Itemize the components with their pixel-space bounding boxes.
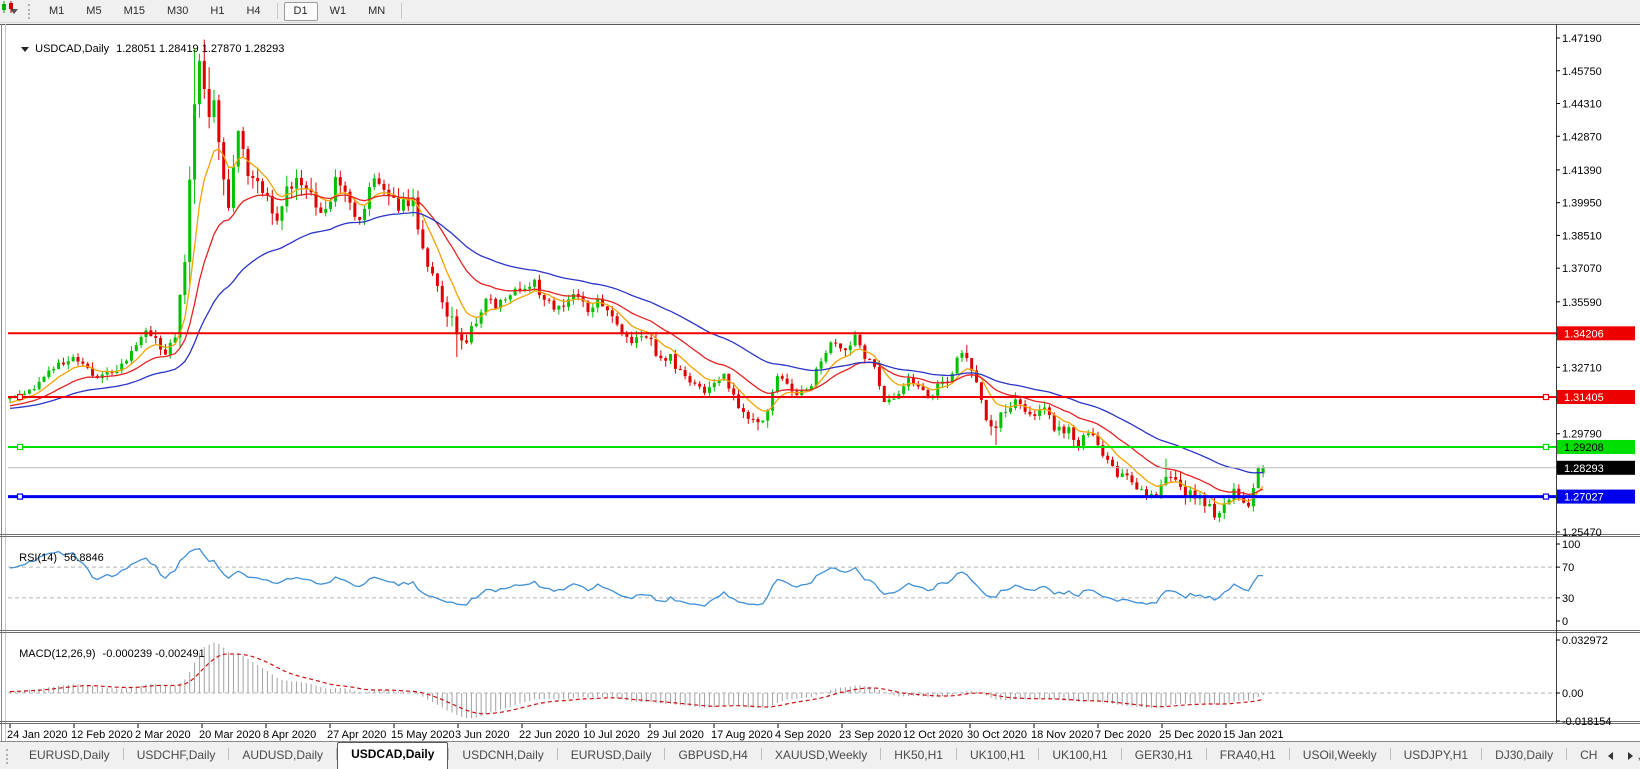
chart-tab-usdcad-daily[interactable]: USDCAD,Daily	[337, 742, 449, 769]
chart-tab-uk100-h1[interactable]: UK100,H1	[957, 744, 1038, 769]
svg-text:1.34206: 1.34206	[1564, 328, 1604, 340]
svg-text:3 Jun 2020: 3 Jun 2020	[455, 729, 509, 741]
tab-scroll-buttons	[1597, 748, 1637, 764]
svg-text:12 Oct 2020: 12 Oct 2020	[903, 729, 963, 741]
timeframe-button-mn[interactable]: MN	[358, 2, 395, 21]
svg-text:29 Jul 2020: 29 Jul 2020	[647, 729, 704, 741]
macd-name: MACD(12,26,9)	[19, 648, 96, 660]
svg-text:1.29208: 1.29208	[1564, 442, 1604, 454]
arrow-left-icon	[1607, 752, 1613, 760]
svg-text:7 Dec 2020: 7 Dec 2020	[1095, 729, 1151, 741]
chart-tab-eurusd-daily[interactable]: EURUSD,Daily	[558, 744, 665, 769]
chart-title: USDCAD,Daily 1.28051 1.28419 1.27870 1.28…	[15, 31, 284, 55]
svg-text:27 Apr 2020: 27 Apr 2020	[327, 729, 386, 741]
chart-tab-audusd-daily[interactable]: AUDUSD,Daily	[229, 744, 336, 769]
svg-text:30 Oct 2020: 30 Oct 2020	[967, 729, 1027, 741]
caret-down-icon	[21, 47, 30, 52]
svg-text:1.37070: 1.37070	[1562, 263, 1602, 275]
macd-indicator-label: MACD(12,26,9) -0.000239 -0.002491	[13, 636, 205, 660]
arrow-right-icon	[1627, 752, 1633, 760]
svg-text:22 Jun 2020: 22 Jun 2020	[519, 729, 580, 741]
rsi-name: RSI(14)	[19, 552, 58, 564]
timeframe-toolbar: M1 M5 M15 M30 H1 H4 D1 W1 MN	[0, 0, 1640, 23]
timeframe-button-h4[interactable]: H4	[236, 2, 270, 21]
svg-text:15 May 2020: 15 May 2020	[391, 729, 455, 741]
chart-tab-hk50-h1[interactable]: HK50,H1	[881, 744, 956, 769]
chart-canvas[interactable]: 1.47190 1.45750 1.44310 1.42870 1.41390 1.399…	[0, 0, 1640, 769]
svg-text:-0.018154: -0.018154	[1562, 716, 1612, 728]
svg-text:1.41390: 1.41390	[1562, 165, 1602, 177]
chart-tab-usdcnh-daily[interactable]: USDCNH,Daily	[449, 744, 556, 769]
chart-tab-usdchf-daily[interactable]: USDCHF,Daily	[124, 744, 229, 769]
svg-text:24 Jan 2020: 24 Jan 2020	[7, 729, 68, 741]
svg-text:18 Nov 2020: 18 Nov 2020	[1031, 729, 1093, 741]
svg-text:15 Jan 2021: 15 Jan 2021	[1223, 729, 1284, 741]
svg-text:1.44310: 1.44310	[1562, 99, 1602, 111]
svg-text:1.45750: 1.45750	[1562, 66, 1602, 78]
svg-text:20 Mar 2020: 20 Mar 2020	[199, 729, 261, 741]
svg-text:1.29790: 1.29790	[1562, 429, 1602, 441]
svg-text:1.39950: 1.39950	[1562, 198, 1602, 210]
line-handle[interactable]	[16, 393, 24, 401]
svg-text:1.25470: 1.25470	[1562, 527, 1602, 539]
toolbar-separator	[401, 3, 403, 19]
chart-tab-dj30-daily[interactable]: DJ30,Daily	[1482, 744, 1566, 769]
line-handle[interactable]	[1542, 393, 1550, 401]
chart-tab-xauusd-weekly[interactable]: XAUUSD,Weekly	[762, 744, 880, 769]
svg-text:0.032972: 0.032972	[1562, 635, 1608, 647]
svg-text:1.47190: 1.47190	[1562, 33, 1602, 45]
timeframe-button-w1[interactable]: W1	[320, 2, 357, 21]
svg-text:23 Sep 2020: 23 Sep 2020	[839, 729, 901, 741]
svg-text:0.00: 0.00	[1562, 688, 1583, 700]
chart-tab-bar: EURUSD,Daily USDCHF,Daily AUDUSD,Daily USDC…	[0, 741, 1640, 769]
svg-text:10 Jul 2020: 10 Jul 2020	[583, 729, 640, 741]
chart-tab-fra40-h1[interactable]: FRA40,H1	[1207, 744, 1289, 769]
chart-tab-uk100-h1[interactable]: UK100,H1	[1039, 744, 1120, 769]
svg-text:1.42870: 1.42870	[1562, 131, 1602, 143]
line-handle[interactable]	[1542, 443, 1550, 451]
svg-text:1.35590: 1.35590	[1562, 297, 1602, 309]
timeframe-button-m30[interactable]: M30	[157, 2, 198, 21]
timeframe-button-m5[interactable]: M5	[76, 2, 111, 21]
chart-tab-gbpusd-h4[interactable]: GBPUSD,H4	[665, 744, 760, 769]
chart-ohlc-values: 1.28051 1.28419 1.27870 1.28293	[116, 43, 285, 55]
tab-scroll-right-button[interactable]	[1623, 748, 1637, 764]
line-handle[interactable]	[16, 493, 24, 500]
chart-tab-usdjpy-h1[interactable]: USDJPY,H1	[1391, 744, 1481, 769]
tabbar-grip[interactable]	[6, 749, 8, 764]
timeframe-button-h1[interactable]: H1	[200, 2, 234, 21]
svg-text:4 Sep 2020: 4 Sep 2020	[775, 729, 831, 741]
macd-values: -0.000239 -0.002491	[102, 648, 205, 660]
timeframe-button-m15[interactable]: M15	[114, 2, 155, 21]
svg-text:100: 100	[1562, 539, 1580, 551]
toolbar-separator	[276, 3, 278, 19]
svg-text:1.28293: 1.28293	[1564, 463, 1604, 475]
candlestick-chart-icon	[2, 1, 13, 13]
svg-text:25 Dec 2020: 25 Dec 2020	[1159, 729, 1221, 741]
svg-text:2 Mar 2020: 2 Mar 2020	[135, 729, 191, 741]
rsi-value: 56.8846	[64, 552, 104, 564]
chart-tab-usoil-weekly[interactable]: USOil,Weekly	[1290, 744, 1390, 769]
tab-scroll-left-button[interactable]	[1603, 748, 1617, 764]
svg-text:0: 0	[1562, 616, 1568, 628]
svg-text:1.27027: 1.27027	[1564, 492, 1604, 504]
svg-text:1.32710: 1.32710	[1562, 362, 1602, 374]
timeframe-button-m1[interactable]: M1	[39, 2, 74, 21]
line-handle[interactable]	[16, 443, 24, 451]
svg-text:30: 30	[1562, 593, 1574, 605]
chart-tab-ger30-h1[interactable]: GER30,H1	[1122, 744, 1206, 769]
timeframe-button-d1[interactable]: D1	[283, 1, 318, 21]
svg-text:17 Aug 2020: 17 Aug 2020	[711, 729, 773, 741]
svg-text:12 Feb 2020: 12 Feb 2020	[71, 729, 133, 741]
chart-symbol-period: USDCAD,Daily	[35, 43, 110, 55]
svg-text:1.31405: 1.31405	[1564, 392, 1604, 404]
chart-tab-eurusd-daily[interactable]: EURUSD,Daily	[16, 744, 123, 769]
toolbar-grip[interactable]	[28, 3, 30, 19]
svg-text:8 Apr 2020: 8 Apr 2020	[263, 729, 316, 741]
svg-text:70: 70	[1562, 562, 1574, 574]
rsi-indicator-label: RSI(14) 56.8846	[13, 540, 104, 564]
chart-type-button[interactable]	[2, 1, 18, 14]
line-handle[interactable]	[1542, 493, 1550, 500]
svg-text:1.38510: 1.38510	[1562, 230, 1602, 242]
